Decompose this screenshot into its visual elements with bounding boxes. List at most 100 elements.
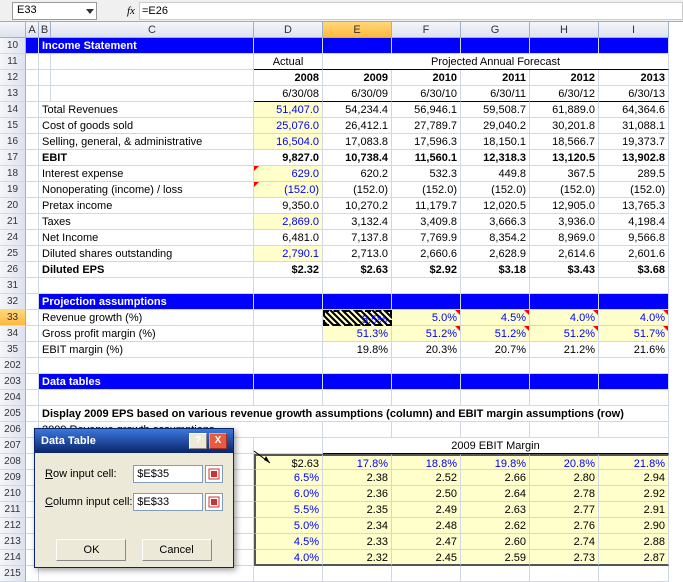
dt-cell[interactable]: 2.47: [392, 534, 461, 550]
data-cell[interactable]: 19,373.7: [599, 134, 669, 150]
data-cell[interactable]: 8,354.2: [461, 230, 530, 246]
name-box[interactable]: E33: [12, 2, 97, 20]
data-cell[interactable]: 51,407.0: [254, 102, 323, 118]
data-cell[interactable]: 4.0%: [599, 310, 669, 326]
row-214[interactable]: 214: [0, 550, 26, 566]
dt-cell[interactable]: 2.74: [530, 534, 599, 550]
data-cell[interactable]: 620.2: [323, 166, 392, 182]
col-A[interactable]: A: [26, 22, 39, 38]
data-cell[interactable]: $2.63: [323, 262, 392, 278]
dt-cell[interactable]: 2.76: [530, 518, 599, 534]
data-cell[interactable]: 2,601.6: [599, 246, 669, 262]
row-203[interactable]: 203: [0, 374, 26, 390]
dt-cell[interactable]: 2.64: [461, 486, 530, 502]
data-cell[interactable]: 17,596.3: [392, 134, 461, 150]
data-cell[interactable]: 13,120.5: [530, 150, 599, 166]
data-cell[interactable]: 3,132.4: [323, 214, 392, 230]
dt-row-hdr[interactable]: 4.5%: [254, 534, 323, 550]
dt-cell[interactable]: 2.91: [599, 502, 669, 518]
data-cell[interactable]: 56,946.1: [392, 102, 461, 118]
dt-col-hdr[interactable]: 19.8%: [461, 454, 530, 470]
row-34[interactable]: 34: [0, 326, 26, 342]
data-cell[interactable]: 51.2%: [392, 326, 461, 342]
range-picker-icon[interactable]: [205, 493, 223, 511]
data-cell[interactable]: 4,198.4: [599, 214, 669, 230]
row-26[interactable]: 26: [0, 262, 26, 278]
dt-cell[interactable]: 2.78: [530, 486, 599, 502]
cancel-button[interactable]: Cancel: [142, 539, 212, 561]
row-24[interactable]: 24: [0, 230, 26, 246]
dt-cell[interactable]: 2.34: [323, 518, 392, 534]
dt-row-hdr[interactable]: 6.0%: [254, 486, 323, 502]
data-cell[interactable]: 11,560.1: [392, 150, 461, 166]
data-cell[interactable]: (152.0): [530, 182, 599, 198]
data-cell[interactable]: 6,481.0: [254, 230, 323, 246]
data-cell[interactable]: $3.43: [530, 262, 599, 278]
row-16[interactable]: 16: [0, 134, 26, 150]
dt-cell[interactable]: 2.94: [599, 470, 669, 486]
formula-input[interactable]: =E26: [139, 2, 683, 20]
data-cell[interactable]: 2,614.6: [530, 246, 599, 262]
row-11[interactable]: 11: [0, 54, 26, 70]
data-cell[interactable]: 64,364.6: [599, 102, 669, 118]
data-cell[interactable]: 7,769.9: [392, 230, 461, 246]
data-cell[interactable]: (152.0): [323, 182, 392, 198]
data-cell[interactable]: 12,905.0: [530, 198, 599, 214]
dt-cell[interactable]: 2.60: [461, 534, 530, 550]
data-cell[interactable]: 51.2%: [461, 326, 530, 342]
dt-cell[interactable]: 2.32: [323, 550, 392, 566]
dt-cell[interactable]: 2.48: [392, 518, 461, 534]
row-209[interactable]: 209: [0, 470, 26, 486]
dt-cell[interactable]: 2.33: [323, 534, 392, 550]
data-cell[interactable]: 12,318.3: [461, 150, 530, 166]
col-G[interactable]: G: [461, 22, 530, 38]
data-cell[interactable]: (152.0): [392, 182, 461, 198]
data-cell[interactable]: 11,179.7: [392, 198, 461, 214]
range-picker-icon[interactable]: [205, 465, 223, 483]
row-15[interactable]: 15: [0, 118, 26, 134]
row-input-cell[interactable]: [133, 465, 203, 483]
data-cell[interactable]: 18,150.1: [461, 134, 530, 150]
dt-cell[interactable]: 2.50: [392, 486, 461, 502]
data-cell[interactable]: 12,020.5: [461, 198, 530, 214]
data-cell[interactable]: 51.3%: [323, 326, 392, 342]
data-cell[interactable]: 5.0%: [392, 310, 461, 326]
dialog-titlebar[interactable]: Data Table ? X: [35, 429, 233, 453]
dt-cell[interactable]: 2.77: [530, 502, 599, 518]
data-cell[interactable]: 13,765.3: [599, 198, 669, 214]
row-206[interactable]: 206: [0, 422, 26, 438]
dt-row-hdr[interactable]: 5.0%: [254, 518, 323, 534]
row-20[interactable]: 20: [0, 198, 26, 214]
col-E[interactable]: E: [323, 22, 392, 38]
data-cell[interactable]: 30,201.8: [530, 118, 599, 134]
data-cell[interactable]: 449.8: [461, 166, 530, 182]
row-19[interactable]: 19: [0, 182, 26, 198]
data-cell[interactable]: 289.5: [599, 166, 669, 182]
ok-button[interactable]: OK: [56, 539, 126, 561]
data-cell[interactable]: 13,902.8: [599, 150, 669, 166]
data-cell[interactable]: 54,234.4: [323, 102, 392, 118]
data-cell[interactable]: 20.3%: [392, 342, 461, 358]
col-D[interactable]: D: [254, 22, 323, 38]
row-205[interactable]: 205: [0, 406, 26, 422]
dt-cell[interactable]: 2.73: [530, 550, 599, 566]
row-212[interactable]: 212: [0, 518, 26, 534]
data-cell[interactable]: 2,869.0: [254, 214, 323, 230]
selected-cell-e33[interactable]: 5.5%: [323, 310, 392, 326]
data-cell[interactable]: 31,088.1: [599, 118, 669, 134]
data-cell[interactable]: 19.8%: [323, 342, 392, 358]
dt-cell[interactable]: 2.36: [323, 486, 392, 502]
row-21[interactable]: 21: [0, 214, 26, 230]
help-button[interactable]: ?: [189, 433, 207, 449]
data-cell[interactable]: 9,350.0: [254, 198, 323, 214]
col-B[interactable]: B: [39, 22, 51, 38]
data-cell[interactable]: $3.68: [599, 262, 669, 278]
row-10[interactable]: 10: [0, 38, 26, 54]
data-cell[interactable]: 7,137.8: [323, 230, 392, 246]
dt-cell[interactable]: 2.45: [392, 550, 461, 566]
data-cell[interactable]: $3.18: [461, 262, 530, 278]
dt-cell[interactable]: 2.49: [392, 502, 461, 518]
dt-cell[interactable]: 2.92: [599, 486, 669, 502]
col-F[interactable]: F: [392, 22, 461, 38]
data-cell[interactable]: 4.5%: [461, 310, 530, 326]
